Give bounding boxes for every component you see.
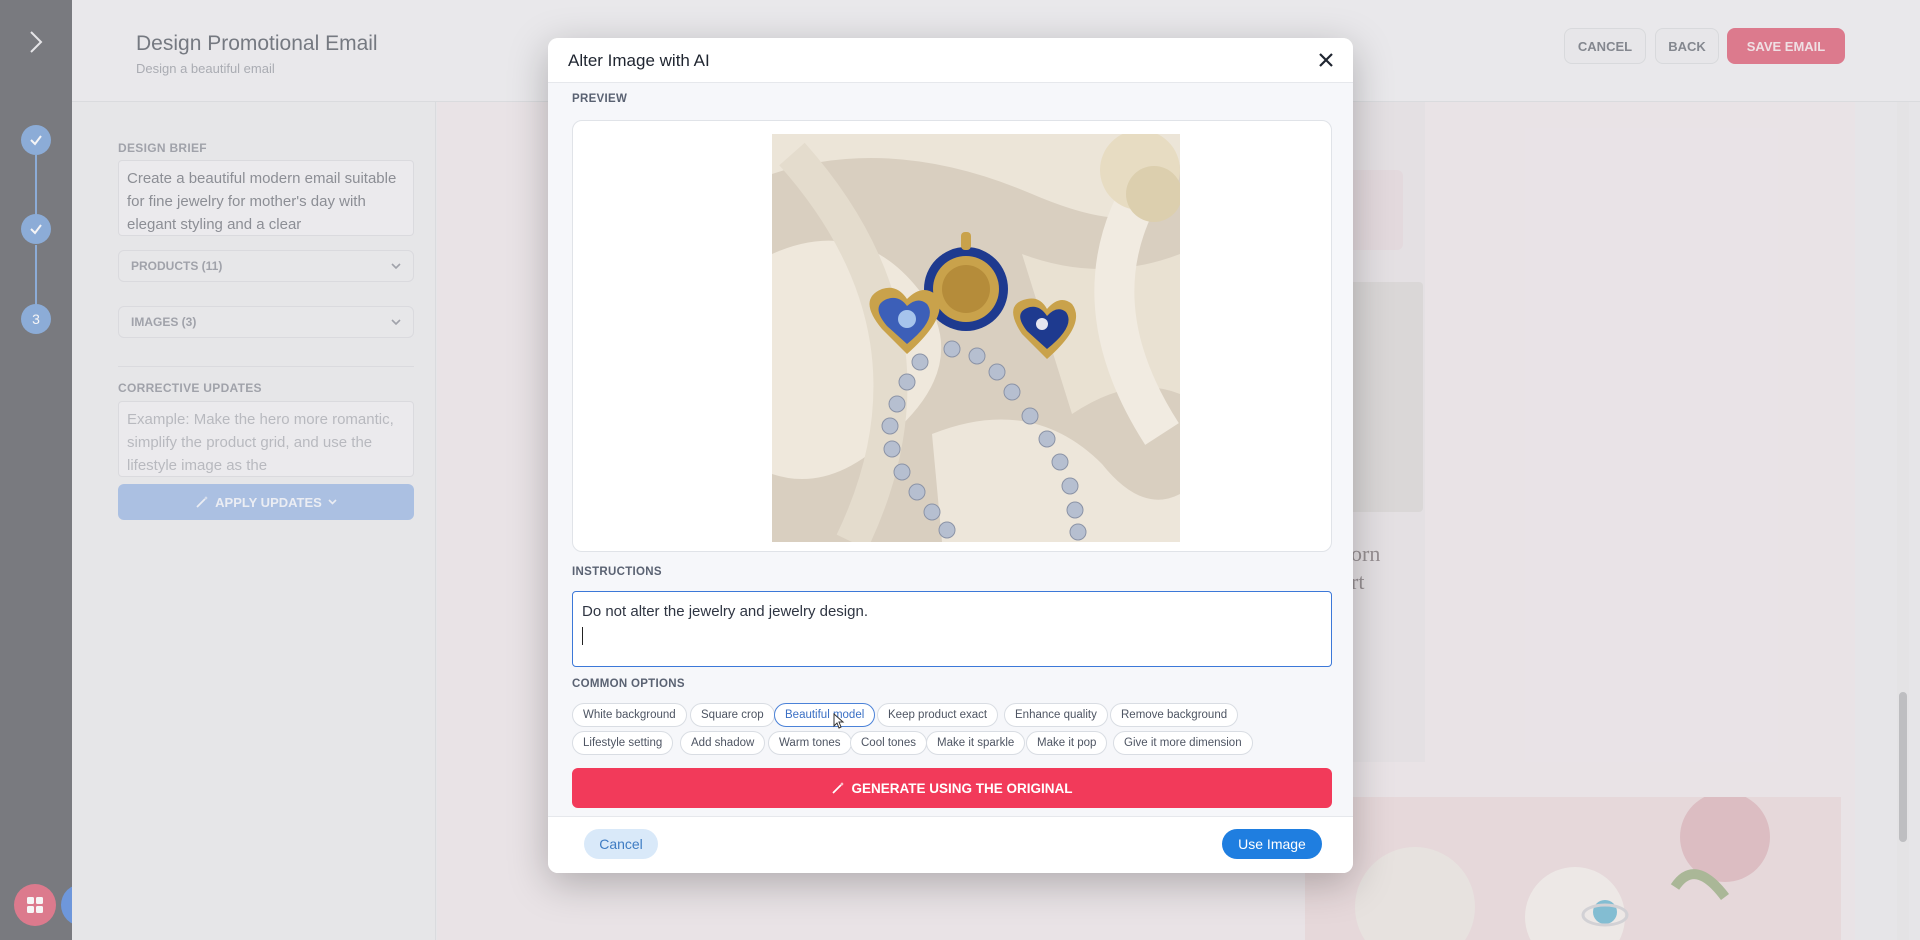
preview-box [572,120,1332,552]
option-remove-background[interactable]: Remove background [1110,703,1239,727]
option-white-background[interactable]: White background [572,703,687,727]
modal-header: Alter Image with AI [548,38,1353,83]
jewelry-preview-image [772,134,1180,542]
instructions-textarea[interactable]: Do not alter the jewelry and jewelry des… [572,591,1332,667]
modal-title: Alter Image with AI [568,51,710,70]
text-caret [582,627,583,645]
common-options-label: COMMON OPTIONS [572,678,685,690]
option-keep-product-exact[interactable]: Keep product exact [877,703,999,727]
use-image-button[interactable]: Use Image [1222,829,1322,859]
preview-label: PREVIEW [572,93,628,105]
modal-footer: Cancel Use Image [548,816,1353,873]
instructions-value: Do not alter the jewelry and jewelry des… [582,603,868,620]
instructions-label: INSTRUCTIONS [572,566,662,578]
generate-button[interactable]: GENERATE USING THE ORIGINAL [572,768,1332,808]
option-give-it-more-dimension[interactable]: Give it more dimension [1113,731,1253,755]
option-make-it-pop[interactable]: Make it pop [1026,731,1108,755]
option-beautiful-model[interactable]: Beautiful model [774,703,876,727]
close-icon [1319,53,1333,67]
option-square-crop[interactable]: Square crop [690,703,775,727]
option-cool-tones[interactable]: Cool tones [850,731,927,755]
modal-cancel-button[interactable]: Cancel [584,829,658,859]
cursor-icon [833,713,845,729]
option-enhance-quality[interactable]: Enhance quality [1004,703,1108,727]
option-warm-tones[interactable]: Warm tones [768,731,852,755]
jewelry-photo [772,134,1180,542]
option-lifestyle-setting[interactable]: Lifestyle setting [572,731,674,755]
option-add-shadow[interactable]: Add shadow [680,731,766,755]
close-modal-button[interactable] [1315,49,1337,71]
alter-image-modal: Alter Image with AI PREVIEW INSTRUCTIONS… [548,38,1353,873]
option-make-it-sparkle[interactable]: Make it sparkle [926,731,1026,755]
generate-label: GENERATE USING THE ORIGINAL [851,780,1073,796]
magic-wand-icon [832,782,845,794]
